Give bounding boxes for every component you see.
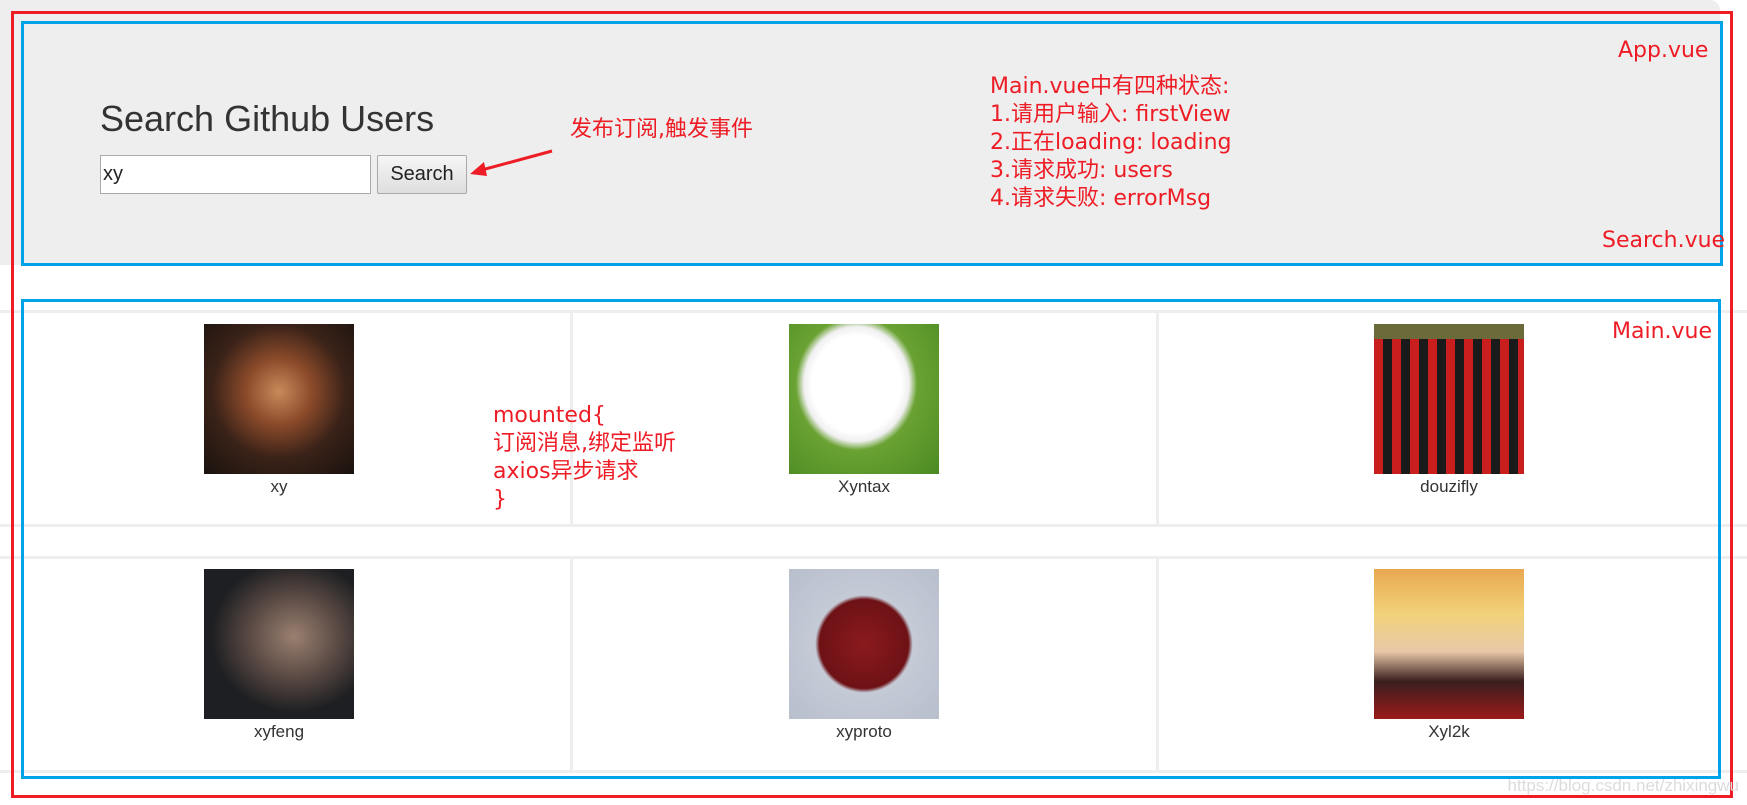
mounted-line: axios异步请求 xyxy=(493,459,639,484)
states-line: Main.vue中有四种状态: xyxy=(990,74,1230,99)
search-vue-label: Search.vue xyxy=(1602,228,1726,253)
app-vue-label: App.vue xyxy=(1618,38,1709,63)
states-line: 1.请用户输入: firstView xyxy=(990,102,1231,127)
mounted-line: mounted{ xyxy=(493,403,606,428)
states-line: 3.请求成功: users xyxy=(990,158,1173,183)
states-line: 2.正在loading: loading xyxy=(990,130,1232,155)
arrow-icon xyxy=(470,149,553,176)
publish-annotation: 发布订阅,触发事件 xyxy=(570,117,753,142)
states-line: 4.请求失败: errorMsg xyxy=(990,186,1212,211)
mounted-line: 订阅消息,绑定监听 xyxy=(493,431,676,456)
main-vue-label: Main.vue xyxy=(1612,319,1713,344)
watermark: https://blog.csdn.net/zhixingwu xyxy=(1507,776,1739,795)
states-annotation: Main.vue中有四种状态: 1.请用户输入: firstView 2.正在l… xyxy=(990,73,1231,213)
search-vue-outline xyxy=(21,21,1723,266)
mounted-line: } xyxy=(493,487,507,512)
mounted-annotation: mounted{ 订阅消息,绑定监听 axios异步请求 } xyxy=(493,402,676,514)
